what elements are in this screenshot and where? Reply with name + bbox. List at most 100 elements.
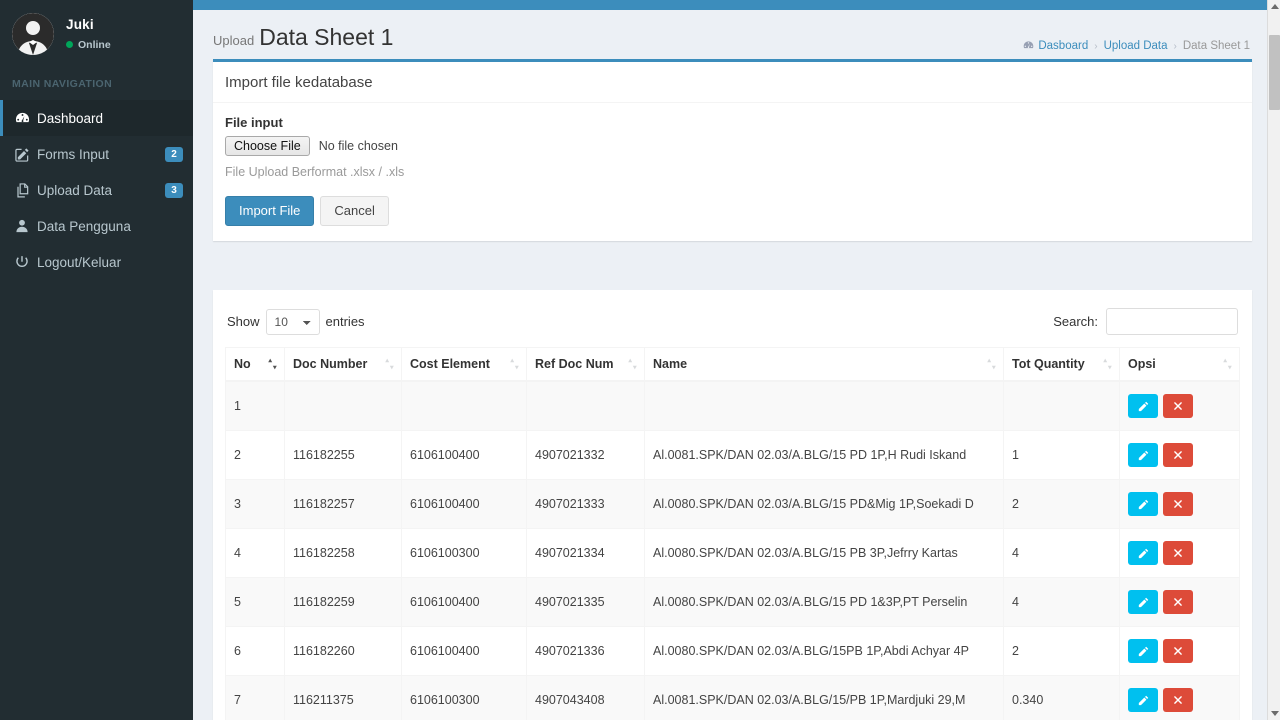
- edit-row-button[interactable]: [1128, 443, 1158, 468]
- file-format-help-text: File Upload Berformat .xlsx / .xls: [225, 165, 405, 179]
- file-input-row[interactable]: Choose File No file chosen: [225, 136, 1240, 156]
- user-name: Juki: [66, 17, 94, 33]
- user-icon: [15, 219, 37, 233]
- entries-per-page-select[interactable]: 10 25 50 100: [265, 308, 320, 335]
- nav-section-header: MAIN NAVIGATION: [12, 78, 113, 90]
- cell-qty: 2: [1003, 626, 1120, 677]
- import-file-button[interactable]: Import File: [225, 196, 315, 227]
- cell-cost: 6106100400: [401, 479, 527, 530]
- page-title: Upload Data Sheet 1: [213, 26, 393, 49]
- cell-opsi: [1119, 577, 1240, 628]
- breadcrumb-item-dasboard[interactable]: Dasboard: [1023, 40, 1088, 52]
- delete-row-button[interactable]: [1163, 443, 1193, 468]
- cell-doc: 116182255: [284, 430, 402, 481]
- column-header-label: Tot Quantity: [1012, 357, 1085, 372]
- table-head: No Doc Number Cost Element Ref Doc Num Name T…: [225, 347, 1240, 383]
- cell-name: [644, 380, 1004, 432]
- sort-icon[interactable]: [628, 358, 637, 370]
- scroll-down-arrow-icon[interactable]: [1268, 707, 1280, 720]
- cell-opsi: [1119, 528, 1240, 579]
- column-header-label: Doc Number: [293, 357, 368, 372]
- edit-row-button[interactable]: [1128, 541, 1158, 566]
- cell-name: Al.0080.SPK/DAN 02.03/A.BLG/15PB 1P,Abdi…: [644, 626, 1004, 677]
- sidebar-item-forms-input[interactable]: Forms Input 2: [0, 136, 193, 172]
- sidebar-item-label: Data Pengguna: [37, 218, 131, 234]
- cell-ref: 4907021336: [526, 626, 645, 677]
- cell-doc: 116182258: [284, 528, 402, 579]
- sort-icon[interactable]: [510, 358, 519, 370]
- sort-icon[interactable]: [1103, 358, 1112, 370]
- scroll-up-arrow-icon[interactable]: [1268, 0, 1280, 13]
- entries-label: entries: [325, 314, 365, 330]
- cell-doc: 116211375: [284, 675, 402, 720]
- sidebar-item-upload-data[interactable]: Upload Data 3: [0, 172, 193, 208]
- column-header-tot-quantity[interactable]: Tot Quantity: [1003, 347, 1120, 383]
- cell-name: Al.0080.SPK/DAN 02.03/A.BLG/15 PD&Mig 1P…: [644, 479, 1004, 530]
- edit-row-button[interactable]: [1128, 492, 1158, 517]
- cell-opsi: [1119, 380, 1240, 432]
- sort-icon[interactable]: [385, 358, 394, 370]
- cell-qty: 4: [1003, 528, 1120, 579]
- table-row: 7 116211375 6106100300 4907043408 Al.0081.SP…: [225, 675, 1240, 720]
- column-header-ref-doc-num[interactable]: Ref Doc Num: [526, 347, 645, 383]
- cell-doc: [284, 380, 402, 432]
- sidebar-item-data-pengguna[interactable]: Data Pengguna: [0, 208, 193, 244]
- file-input-label: File input: [225, 115, 283, 130]
- table-row: 5 116182259 6106100400 4907021335 Al.0080.SP…: [225, 577, 1240, 628]
- edit-row-button[interactable]: [1128, 590, 1158, 615]
- cell-no: 5: [225, 577, 285, 628]
- delete-row-button[interactable]: [1163, 492, 1193, 517]
- sort-icon[interactable]: [987, 358, 996, 370]
- delete-row-button[interactable]: [1163, 541, 1193, 566]
- cell-doc: 116182260: [284, 626, 402, 677]
- cell-cost: 6106100400: [401, 626, 527, 677]
- edit-row-button[interactable]: [1128, 639, 1158, 664]
- sidebar-item-label: Upload Data: [37, 182, 113, 198]
- column-header-doc-number[interactable]: Doc Number: [284, 347, 402, 383]
- cancel-button[interactable]: Cancel: [320, 196, 389, 227]
- sort-icon[interactable]: [1223, 358, 1232, 370]
- cell-no: 4: [225, 528, 285, 579]
- sidebar-item-dashboard[interactable]: Dashboard: [0, 100, 193, 136]
- sidebar-item-logout[interactable]: Logout/Keluar: [0, 244, 193, 280]
- column-header-cost-element[interactable]: Cost Element: [401, 347, 527, 383]
- copy-files-icon: [15, 182, 37, 198]
- user-status-label: Online: [78, 38, 111, 51]
- choose-file-button[interactable]: Choose File: [225, 136, 310, 156]
- cell-opsi: [1119, 430, 1240, 481]
- cell-ref: 4907021333: [526, 479, 645, 530]
- column-header-name[interactable]: Name: [644, 347, 1004, 383]
- column-header-label: Opsi: [1128, 357, 1156, 372]
- cell-cost: 6106100300: [401, 675, 527, 720]
- user-status: Online: [66, 38, 111, 52]
- table-row: 2 116182255 6106100400 4907021332 Al.0081.SP…: [225, 430, 1240, 481]
- delete-row-button[interactable]: [1163, 590, 1193, 615]
- user-avatar-icon: [12, 13, 54, 55]
- delete-row-button[interactable]: [1163, 639, 1193, 664]
- edit-row-button[interactable]: [1128, 394, 1158, 419]
- cell-ref: 4907043408: [526, 675, 645, 720]
- page-scrollbar[interactable]: [1267, 0, 1280, 720]
- sort-icon[interactable]: [268, 358, 277, 370]
- cell-qty: 1: [1003, 430, 1120, 481]
- column-header-no[interactable]: No: [225, 347, 285, 383]
- breadcrumb-label: Dasboard: [1038, 40, 1089, 52]
- sidebar-badge-upload-data: 3: [165, 182, 183, 198]
- content-wrapper: Upload Data Sheet 1 Dasboard › Upload Dat…: [193, 10, 1267, 720]
- scrollbar-thumb[interactable]: [1269, 35, 1280, 110]
- breadcrumb-item-upload-data[interactable]: Upload Data: [1104, 40, 1168, 52]
- cell-ref: 4907021334: [526, 528, 645, 579]
- delete-row-button[interactable]: [1163, 688, 1193, 713]
- datatable-search-control: Search:: [1053, 308, 1238, 336]
- search-input[interactable]: [1106, 308, 1238, 336]
- content-header: Upload Data Sheet 1 Dasboard › Upload Dat…: [193, 10, 1267, 59]
- cell-qty: 0.340: [1003, 675, 1120, 720]
- edit-row-button[interactable]: [1128, 688, 1158, 713]
- cell-opsi: [1119, 675, 1240, 720]
- cell-qty: [1003, 380, 1120, 432]
- cell-name: Al.0080.SPK/DAN 02.03/A.BLG/15 PB 3P,Jef…: [644, 528, 1004, 579]
- table-body: 1 2 116182255 6106100400 4907021332 Al.0081.S…: [225, 380, 1240, 720]
- column-header-opsi[interactable]: Opsi: [1119, 347, 1240, 383]
- cell-qty: 2: [1003, 479, 1120, 530]
- delete-row-button[interactable]: [1163, 394, 1193, 419]
